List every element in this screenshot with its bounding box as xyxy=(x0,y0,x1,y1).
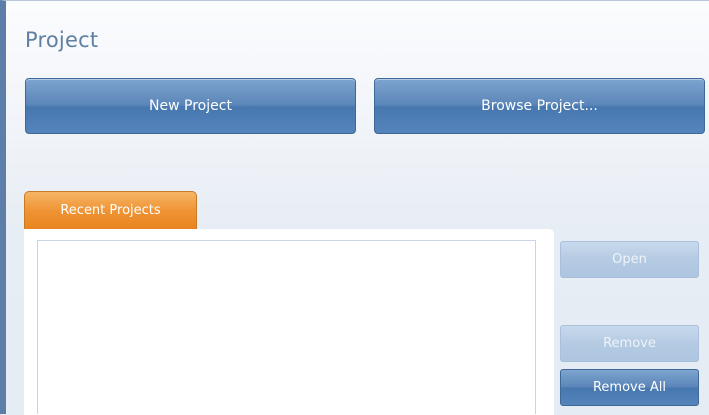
remove-button[interactable]: Remove xyxy=(560,325,699,362)
recent-projects-list[interactable] xyxy=(37,240,536,414)
tab-recent-projects[interactable]: Recent Projects xyxy=(24,191,197,229)
remove-all-button[interactable]: Remove All xyxy=(560,369,699,406)
page-title: Project xyxy=(25,28,99,52)
new-project-button[interactable]: New Project xyxy=(25,78,356,134)
open-button[interactable]: Open xyxy=(560,241,699,278)
browse-project-button[interactable]: Browse Project... xyxy=(374,78,705,134)
